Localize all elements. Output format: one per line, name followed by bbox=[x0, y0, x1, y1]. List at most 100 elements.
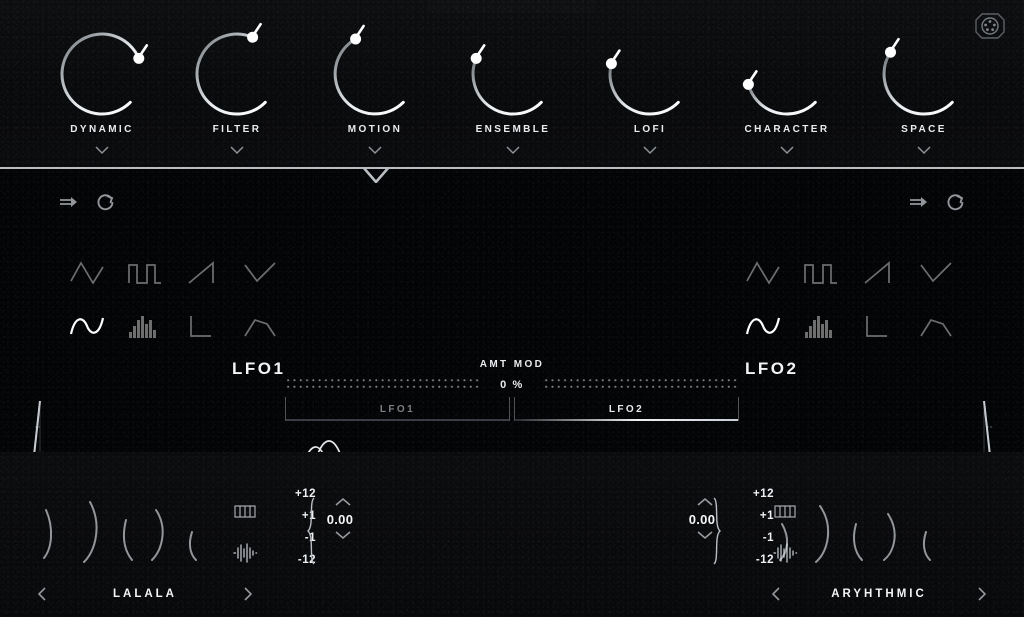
knob-arc-dynamic[interactable] bbox=[29, 22, 175, 118]
chevron-down-icon[interactable] bbox=[851, 142, 997, 155]
amt-mod-tab-lfo2[interactable]: LFO2 bbox=[514, 397, 739, 421]
source-section: LALALA +12 +1 -1 -12 0.00 0.00 +12 +1 -1… bbox=[0, 452, 1024, 617]
plugin-window: DYNAMIC FILTER MOTION ENSEMBLE LOFI CHARACTER… bbox=[0, 0, 1024, 617]
source-right-waveform-preview bbox=[764, 494, 964, 572]
source-left-tune-value[interactable]: 0.00 bbox=[310, 512, 370, 527]
waveform-square-icon bbox=[128, 264, 161, 284]
waveform-triangle-icon bbox=[746, 261, 780, 285]
macro-knob-motion[interactable]: MOTION bbox=[302, 22, 448, 162]
lfo1-trigger-icon[interactable] bbox=[58, 192, 80, 212]
amt-mod-bar-left[interactable] bbox=[285, 377, 481, 391]
lfo1-wave-sine[interactable] bbox=[58, 300, 116, 352]
source-left-tune-stepper: 0.00 bbox=[310, 494, 370, 552]
macro-knob-ensemble[interactable]: ENSEMBLE bbox=[440, 22, 586, 162]
amt-mod-tab-lfo1[interactable]: LFO1 bbox=[285, 397, 510, 421]
amt-mod-tab-lfo2-label: LFO2 bbox=[608, 403, 645, 415]
waveform-ramp-up-icon bbox=[864, 261, 890, 284]
waveform-triangle-icon bbox=[70, 261, 104, 285]
chevron-down-icon[interactable] bbox=[164, 142, 310, 155]
source-right-nav: ARYHTHMIC bbox=[734, 584, 1024, 604]
lfo2-wave-saw-down[interactable] bbox=[850, 300, 908, 352]
lfo1-waveform-grid bbox=[58, 247, 290, 352]
knob-arc-space[interactable] bbox=[851, 22, 997, 118]
lfo1-wave-saw-down[interactable] bbox=[174, 300, 232, 352]
waveform-random-steps-icon bbox=[129, 316, 156, 338]
lfo1-wave-ramp-down[interactable] bbox=[232, 247, 290, 299]
waveform-square-icon bbox=[804, 264, 837, 284]
macro-label-dynamic: DYNAMIC bbox=[70, 124, 134, 135]
source-right-prev-button[interactable] bbox=[769, 586, 783, 602]
lfo2-wave-peak[interactable] bbox=[908, 300, 966, 352]
waveform-random-steps-icon bbox=[805, 316, 832, 338]
lfo2-wave-sine[interactable] bbox=[734, 300, 792, 352]
source-right-next-button[interactable] bbox=[975, 586, 989, 602]
source-left-waveform-preview bbox=[30, 494, 230, 572]
lfo2-wave-triangle[interactable] bbox=[734, 247, 792, 299]
chevron-down-icon[interactable] bbox=[577, 142, 723, 155]
source-left-prev-button[interactable] bbox=[35, 586, 49, 602]
waveform-saw-down-icon bbox=[190, 316, 211, 337]
source-right-tune-up-button[interactable] bbox=[695, 494, 713, 510]
source-left-nav: LALALA bbox=[0, 584, 290, 604]
chevron-down-icon[interactable] bbox=[714, 142, 860, 155]
lfo2-trigger-icon[interactable] bbox=[908, 192, 930, 212]
waveform-sine-icon bbox=[745, 317, 781, 335]
chevron-down-icon[interactable] bbox=[440, 142, 586, 155]
macro-section: DYNAMIC FILTER MOTION ENSEMBLE LOFI CHARACTER… bbox=[0, 0, 1024, 167]
source-right: ARYHTHMIC bbox=[734, 466, 1024, 606]
top-tab-notch[interactable] bbox=[428, 0, 596, 13]
waveform-ramp-down-icon bbox=[244, 262, 276, 283]
lfo2-title: LFO2 bbox=[745, 359, 799, 378]
macro-knob-filter[interactable]: FILTER bbox=[164, 22, 310, 162]
source-right-transpose-brace bbox=[713, 497, 722, 565]
macro-knob-dynamic[interactable]: DYNAMIC bbox=[29, 22, 175, 162]
waveform-sine-icon bbox=[69, 317, 105, 335]
macro-label-character: CHARACTER bbox=[744, 124, 830, 135]
macro-knob-space[interactable]: SPACE bbox=[851, 22, 997, 162]
source-right-name[interactable]: ARYHTHMIC bbox=[831, 588, 927, 600]
source-left-name[interactable]: LALALA bbox=[97, 588, 193, 600]
source-left-next-button[interactable] bbox=[241, 586, 255, 602]
lfo1-wave-square[interactable] bbox=[116, 247, 174, 299]
source-right-tune-down-button[interactable] bbox=[695, 527, 713, 543]
panel-notch-indicator bbox=[362, 166, 390, 184]
amt-mod-section: AMT MOD 0 % LFO1 LFO2 bbox=[285, 359, 739, 421]
lfo1-wave-ramp-up[interactable] bbox=[174, 247, 232, 299]
chevron-down-icon[interactable] bbox=[302, 142, 448, 155]
chevron-down-icon[interactable] bbox=[29, 142, 175, 155]
lfo2-header bbox=[908, 191, 966, 213]
macro-knob-character[interactable]: CHARACTER bbox=[714, 22, 860, 162]
amt-mod-bar-right[interactable] bbox=[543, 377, 739, 391]
lfo2-wave-square[interactable] bbox=[792, 247, 850, 299]
waveform-saw-down-icon bbox=[866, 316, 887, 337]
lfo1-loop-icon[interactable] bbox=[94, 192, 116, 212]
source-left-tune-down-button[interactable] bbox=[333, 527, 351, 543]
lfo2-loop-icon[interactable] bbox=[944, 192, 966, 212]
lfo1-wave-peak[interactable] bbox=[232, 300, 290, 352]
source-left-tune-up-button[interactable] bbox=[333, 494, 351, 510]
lfo2-wave-random[interactable] bbox=[792, 300, 850, 352]
lfo2-wave-ramp-down[interactable] bbox=[908, 247, 966, 299]
macro-label-motion: MOTION bbox=[347, 124, 403, 135]
source-left: LALALA bbox=[0, 466, 290, 606]
lfo1-title: LFO1 bbox=[232, 359, 286, 378]
lfo1-wave-random[interactable] bbox=[116, 300, 174, 352]
source-left-waveform-icon[interactable] bbox=[232, 542, 258, 564]
lfo2-wave-ramp-up[interactable] bbox=[850, 247, 908, 299]
knob-arc-lofi[interactable] bbox=[577, 22, 723, 118]
macro-label-filter: FILTER bbox=[212, 124, 262, 135]
knob-arc-motion[interactable] bbox=[302, 22, 448, 118]
waveform-peak-icon bbox=[920, 318, 952, 337]
knob-arc-character[interactable] bbox=[714, 22, 860, 118]
knob-arc-filter[interactable] bbox=[164, 22, 310, 118]
lfo-panel: LFO1 SYNC 1/2 FADE bbox=[0, 166, 1024, 593]
macro-knob-lofi[interactable]: LOFI bbox=[577, 22, 723, 162]
lfo1-header bbox=[58, 191, 116, 213]
lfo2-waveform-grid bbox=[734, 247, 966, 352]
amt-mod-label: AMT MOD bbox=[479, 359, 545, 370]
source-left-keyboard-icon[interactable] bbox=[232, 502, 258, 524]
knob-arc-ensemble[interactable] bbox=[440, 22, 586, 118]
waveform-ramp-up-icon bbox=[188, 261, 214, 284]
lfo1-wave-triangle[interactable] bbox=[58, 247, 116, 299]
waveform-ramp-down-icon bbox=[920, 262, 952, 283]
